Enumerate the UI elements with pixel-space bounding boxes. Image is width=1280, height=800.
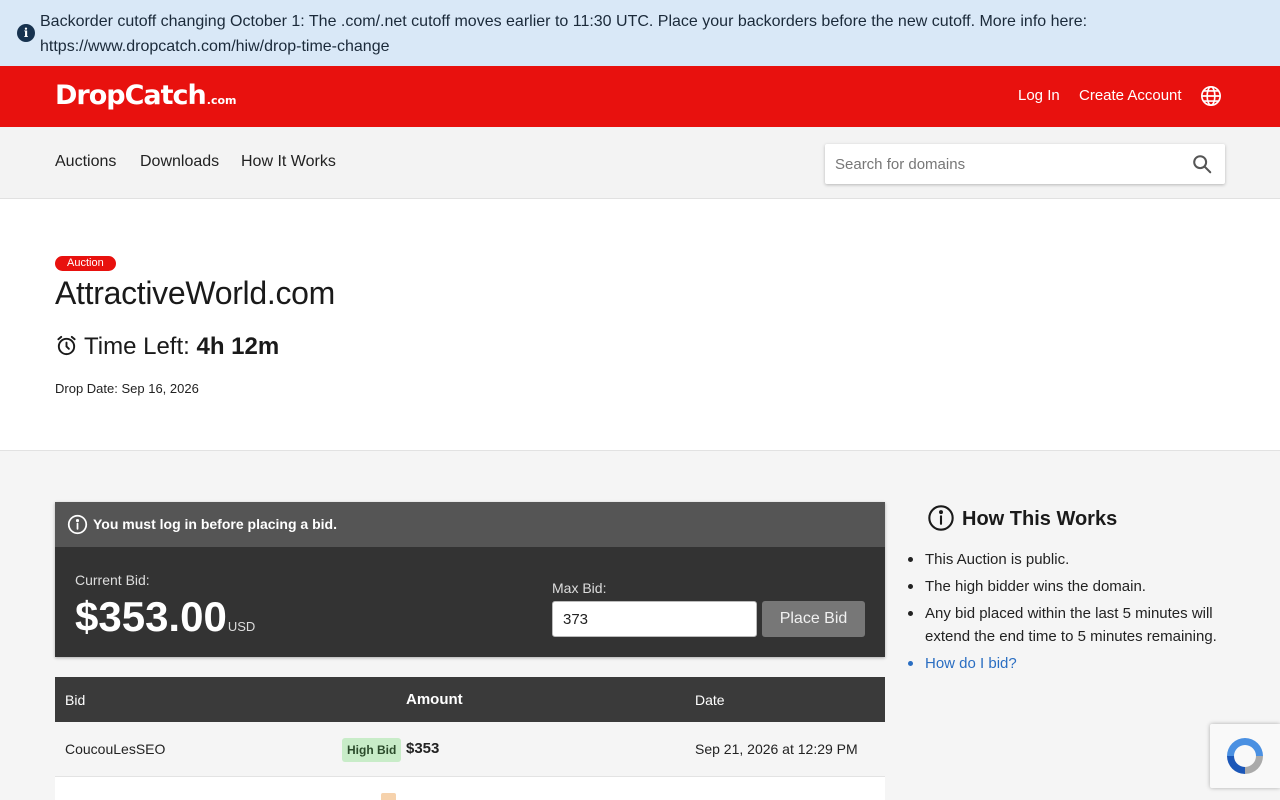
recaptcha-badge[interactable] bbox=[1210, 724, 1280, 788]
login-link[interactable]: Log In bbox=[1018, 87, 1060, 104]
current-bid-value: $353.00 bbox=[75, 593, 227, 640]
nav-how-it-works[interactable]: How It Works bbox=[241, 153, 336, 171]
how-item: The high bidder wins the domain. bbox=[908, 575, 1225, 598]
nav-auctions[interactable]: Auctions bbox=[55, 153, 116, 171]
time-left: Time Left: 4h 12m bbox=[55, 333, 279, 361]
current-bid-currency: USD bbox=[227, 619, 256, 634]
nav-downloads[interactable]: Downloads bbox=[140, 153, 219, 171]
table-row: CoucouLesSEO High Bid $353 Sep 21, 2026 … bbox=[55, 722, 885, 777]
domain-name: AttractiveWorld.com bbox=[55, 275, 336, 311]
auction-badge: Auction bbox=[55, 256, 116, 271]
site-logo[interactable]: DropCatch.com bbox=[55, 80, 237, 111]
search-input[interactable] bbox=[835, 144, 1175, 184]
place-bid-button[interactable]: Place Bid bbox=[762, 601, 865, 637]
globe-icon[interactable] bbox=[1200, 85, 1222, 107]
info-icon: i bbox=[17, 24, 35, 42]
column-header-amount: Amount bbox=[406, 691, 463, 708]
max-bid-input[interactable] bbox=[552, 601, 757, 637]
time-left-value: 4h 12m bbox=[196, 333, 280, 360]
search-icon[interactable] bbox=[1191, 153, 1213, 175]
announcement-text: Backorder cutoff changing October 1: The… bbox=[40, 13, 1088, 55]
login-notice-text: You must log in before placing a bid. bbox=[93, 516, 337, 532]
bid-panel: You must log in before placing a bid. Cu… bbox=[55, 502, 885, 657]
bid-date: Sep 21, 2026 at 12:29 PM bbox=[695, 741, 858, 757]
bid-badge-partial bbox=[381, 793, 396, 800]
recaptcha-icon bbox=[1227, 738, 1263, 774]
how-title-text: How This Works bbox=[962, 508, 1118, 530]
high-bid-badge: High Bid bbox=[342, 738, 402, 762]
how-list: This Auction is public. The high bidder … bbox=[908, 548, 1225, 679]
column-header-bid: Bid bbox=[65, 692, 86, 708]
search-box bbox=[825, 144, 1225, 184]
drop-date: Drop Date: Sep 16, 2026 bbox=[55, 381, 199, 396]
announcement-banner: i Backorder cutoff changing October 1: T… bbox=[0, 0, 1280, 66]
table-header: Bid Amount Date bbox=[55, 677, 885, 722]
bid-amount: $353 bbox=[406, 740, 440, 757]
column-header-date: Date bbox=[695, 692, 725, 708]
main-nav: Auctions Downloads How It Works bbox=[0, 127, 1280, 199]
logo-suffix: .com bbox=[206, 94, 237, 107]
table-row-partial bbox=[55, 777, 885, 800]
domain-header: Auction AttractiveWorld.com Time Left: 4… bbox=[0, 199, 1280, 451]
how-do-i-bid-link[interactable]: How do I bid? bbox=[908, 652, 1225, 675]
logo-text: DropCatch bbox=[55, 80, 207, 111]
site-header: DropCatch.com Log In Create Account bbox=[0, 66, 1280, 127]
current-bid-amount: $353.00USD bbox=[75, 593, 255, 641]
alarm-clock-icon bbox=[57, 335, 76, 356]
how-item: This Auction is public. bbox=[908, 548, 1225, 571]
bid-history-table: Bid Amount Date CoucouLesSEO High Bid $3… bbox=[55, 677, 885, 800]
create-account-link[interactable]: Create Account bbox=[1079, 87, 1182, 104]
info-circle-icon bbox=[67, 514, 88, 535]
current-bid-label: Current Bid: bbox=[75, 572, 150, 588]
bidder-name: CoucouLesSEO bbox=[65, 741, 166, 757]
info-circle-icon bbox=[928, 505, 954, 531]
login-notice: You must log in before placing a bid. bbox=[55, 502, 885, 547]
max-bid-label: Max Bid: bbox=[552, 580, 607, 596]
how-this-works-title: How This Works bbox=[927, 504, 1247, 532]
time-left-label: Time Left: bbox=[84, 333, 190, 360]
how-item: Any bid placed within the last 5 minutes… bbox=[908, 602, 1225, 648]
